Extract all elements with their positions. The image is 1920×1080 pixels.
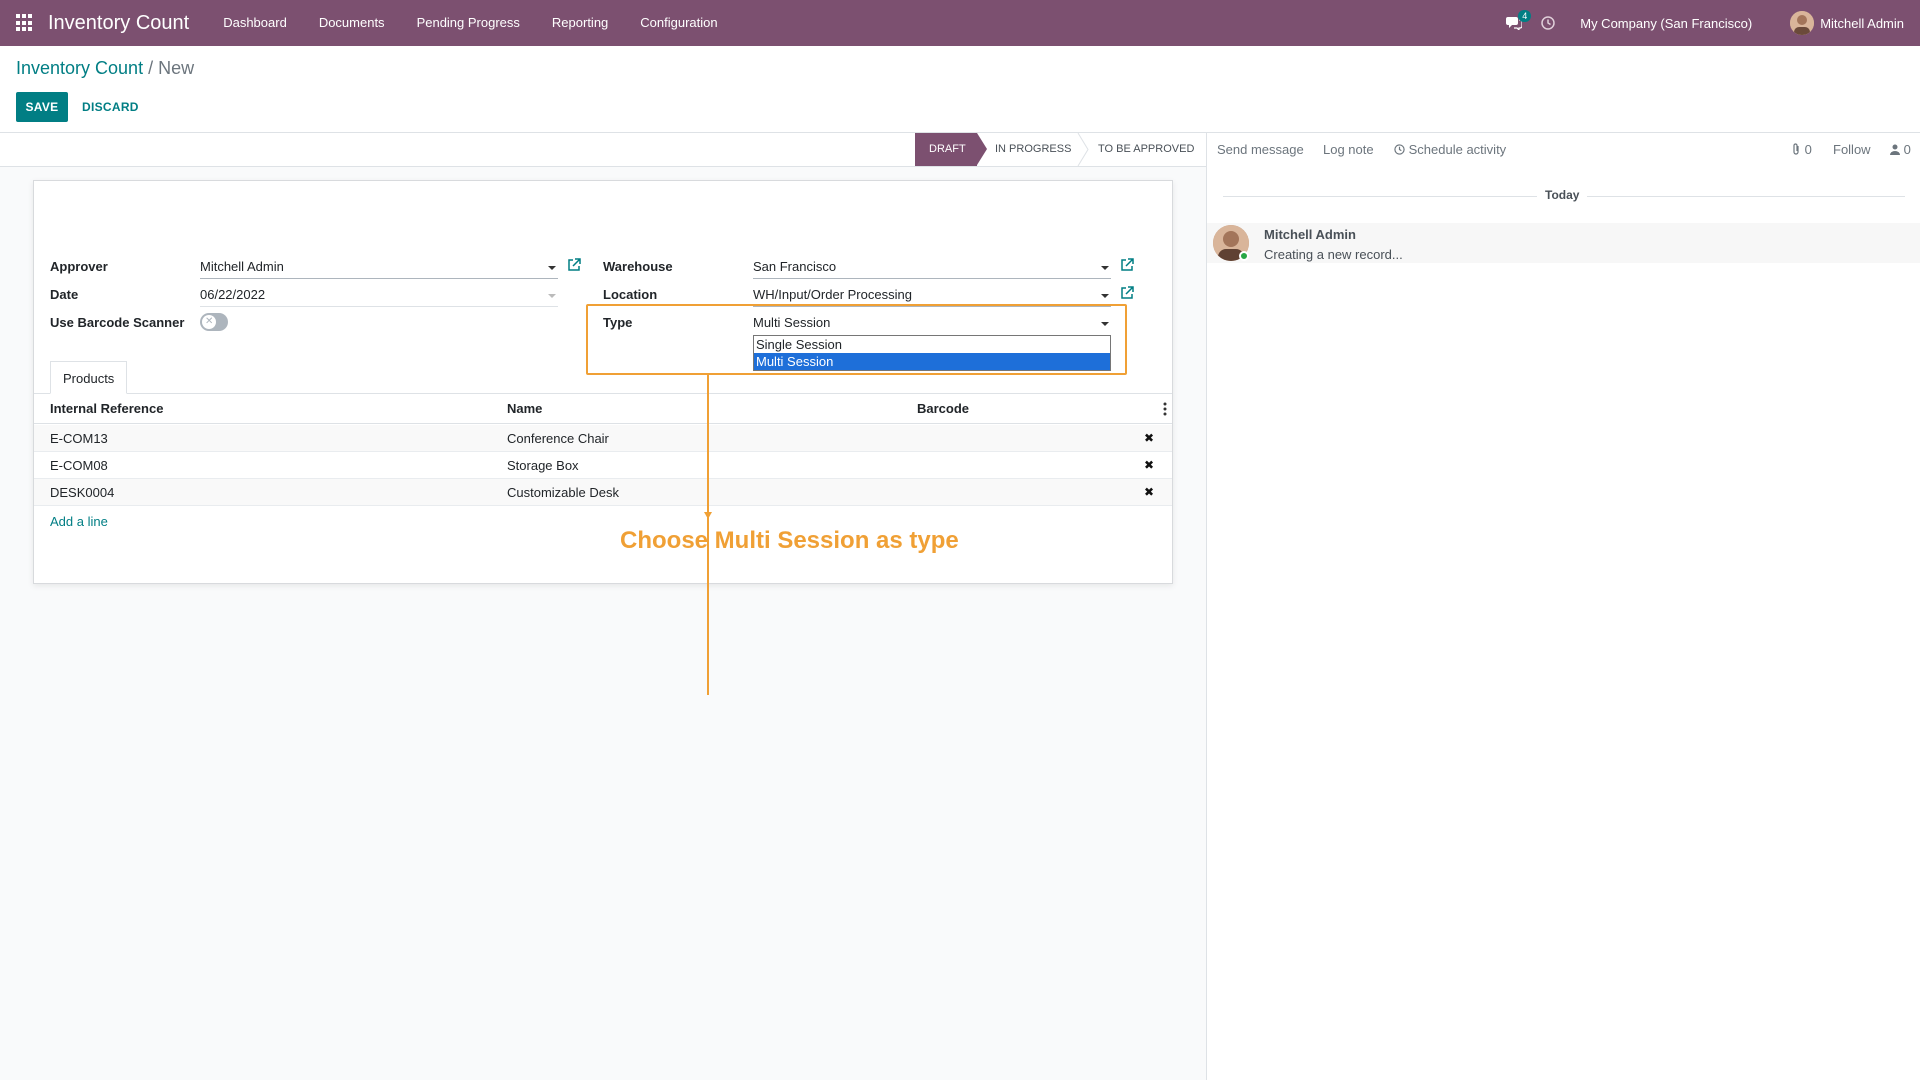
app-title[interactable]: Inventory Count: [48, 12, 189, 35]
delete-row-icon[interactable]: ✖: [1144, 479, 1154, 506]
table-row[interactable]: E-COM08 Storage Box ✖: [34, 452, 1172, 479]
paperclip-icon: [1793, 143, 1799, 155]
delete-row-icon[interactable]: ✖: [1144, 452, 1154, 479]
row-internal-reference: E-COM08: [50, 458, 108, 473]
stage-to-be-approved[interactable]: TO BE APPROVED: [1098, 133, 1202, 166]
user-avatar[interactable]: [1790, 11, 1815, 35]
stage-draft[interactable]: DRAFT: [915, 133, 987, 166]
message-author[interactable]: Mitchell Admin: [1264, 227, 1356, 242]
warehouse-field[interactable]: San Francisco: [753, 257, 1111, 279]
date-value: 06/22/2022: [200, 287, 266, 302]
chevron-down-icon[interactable]: [1101, 294, 1109, 298]
date-label: Date: [50, 287, 79, 302]
menu-dashboard[interactable]: Dashboard: [207, 0, 303, 46]
menu-documents[interactable]: Documents: [303, 0, 401, 46]
column-name[interactable]: Name: [507, 394, 542, 424]
table-row[interactable]: DESK0004 Customizable Desk ✖: [34, 479, 1172, 506]
products-table-header: Internal Reference Name Barcode: [34, 394, 1172, 424]
approver-field[interactable]: Mitchell Admin: [200, 257, 558, 279]
barcode-scanner-label: Use Barcode Scanner: [50, 315, 185, 330]
column-internal-reference[interactable]: Internal Reference: [50, 394, 163, 424]
top-navbar: Inventory Count Dashboard Documents Pend…: [0, 0, 1920, 46]
row-name: Customizable Desk: [507, 485, 619, 500]
tab-products[interactable]: Products: [50, 361, 128, 394]
type-value: Multi Session: [753, 315, 831, 330]
message-body: Creating a new record...: [1264, 247, 1403, 262]
annotation-arrow-head: [704, 512, 712, 519]
row-name: Storage Box: [507, 458, 579, 473]
menu-pending-progress[interactable]: Pending Progress: [401, 0, 536, 46]
form-sheet: Approver Mitchell Admin Date 06/22/2022 …: [33, 180, 1173, 695]
row-name: Conference Chair: [507, 431, 609, 446]
attachments-button[interactable]: 0: [1791, 133, 1812, 167]
annotation-callout: Choose Multi Session as type: [620, 527, 959, 554]
save-button[interactable]: SAVE: [16, 92, 68, 122]
approver-value: Mitchell Admin: [200, 259, 284, 274]
external-link-icon[interactable]: [1120, 258, 1134, 272]
column-barcode[interactable]: Barcode: [917, 394, 969, 424]
type-label: Type: [603, 315, 633, 330]
table-row[interactable]: E-COM13 Conference Chair ✖: [34, 425, 1172, 452]
breadcrumb-separator: /: [148, 58, 154, 78]
chevron-down-icon[interactable]: [548, 266, 556, 270]
followers-count: 0: [1903, 142, 1911, 157]
delete-row-icon[interactable]: ✖: [1144, 425, 1154, 452]
send-message-button[interactable]: Send message: [1217, 133, 1304, 167]
breadcrumb-current: New: [158, 58, 195, 78]
menu-configuration[interactable]: Configuration: [624, 0, 733, 46]
breadcrumb: Inventory Count / New: [16, 58, 194, 79]
add-line-link[interactable]: Add a line: [50, 514, 108, 529]
type-select[interactable]: Multi Session: [753, 313, 1111, 335]
schedule-activity-button[interactable]: Schedule activity: [1394, 133, 1506, 167]
external-link-icon[interactable]: [1120, 286, 1134, 300]
date-field[interactable]: 06/22/2022: [200, 285, 558, 307]
attachments-count: 0: [1804, 142, 1812, 157]
type-option-multi-session[interactable]: Multi Session: [754, 353, 1110, 370]
clock-icon: [1394, 144, 1405, 155]
chevron-down-icon[interactable]: [1101, 322, 1109, 326]
warehouse-label: Warehouse: [603, 259, 673, 274]
schedule-activity-label: Schedule activity: [1408, 142, 1507, 157]
location-label: Location: [603, 287, 658, 302]
barcode-scanner-toggle[interactable]: ✕: [200, 313, 228, 331]
apps-menu-icon[interactable]: [16, 14, 34, 32]
stage-in-progress[interactable]: IN PROGRESS: [995, 133, 1077, 166]
breadcrumb-parent[interactable]: Inventory Count: [16, 58, 143, 78]
company-switcher[interactable]: My Company (San Francisco): [1580, 16, 1752, 31]
date-divider-label: Today: [1537, 188, 1588, 202]
optional-columns-icon[interactable]: [1163, 402, 1167, 416]
chat-icon[interactable]: 4: [1506, 10, 1532, 33]
external-link-icon[interactable]: [567, 258, 581, 272]
type-dropdown-list: Single Session Multi Session: [753, 335, 1111, 371]
follow-button[interactable]: Follow: [1833, 133, 1871, 167]
chatter-panel: Send message Log note Schedule activity …: [1206, 132, 1920, 1080]
activity-clock-icon[interactable]: [1540, 15, 1556, 31]
user-menu[interactable]: Mitchell Admin: [1820, 16, 1904, 31]
discard-button[interactable]: DISCARD: [76, 92, 145, 122]
chat-count-badge: 4: [1518, 10, 1532, 22]
online-status-icon: [1239, 251, 1249, 261]
chevron-down-icon[interactable]: [548, 294, 556, 298]
type-option-single-session[interactable]: Single Session: [754, 336, 1110, 353]
status-bar: DRAFT IN PROGRESS TO BE APPROVED: [0, 133, 1206, 167]
row-internal-reference: DESK0004: [50, 485, 115, 500]
approver-label: Approver: [50, 259, 108, 274]
chevron-down-icon[interactable]: [1101, 266, 1109, 270]
followers-button[interactable]: 0: [1890, 133, 1911, 167]
row-internal-reference: E-COM13: [50, 431, 108, 446]
menu-reporting[interactable]: Reporting: [536, 0, 624, 46]
log-note-button[interactable]: Log note: [1323, 133, 1374, 167]
stage-separator: [1077, 133, 1089, 166]
user-icon: [1890, 144, 1900, 155]
warehouse-value: San Francisco: [753, 259, 837, 274]
form-view: DRAFT IN PROGRESS TO BE APPROVED Approve…: [0, 132, 1206, 1080]
close-icon: ✕: [205, 316, 214, 327]
location-value: WH/Input/Order Processing: [753, 287, 912, 302]
